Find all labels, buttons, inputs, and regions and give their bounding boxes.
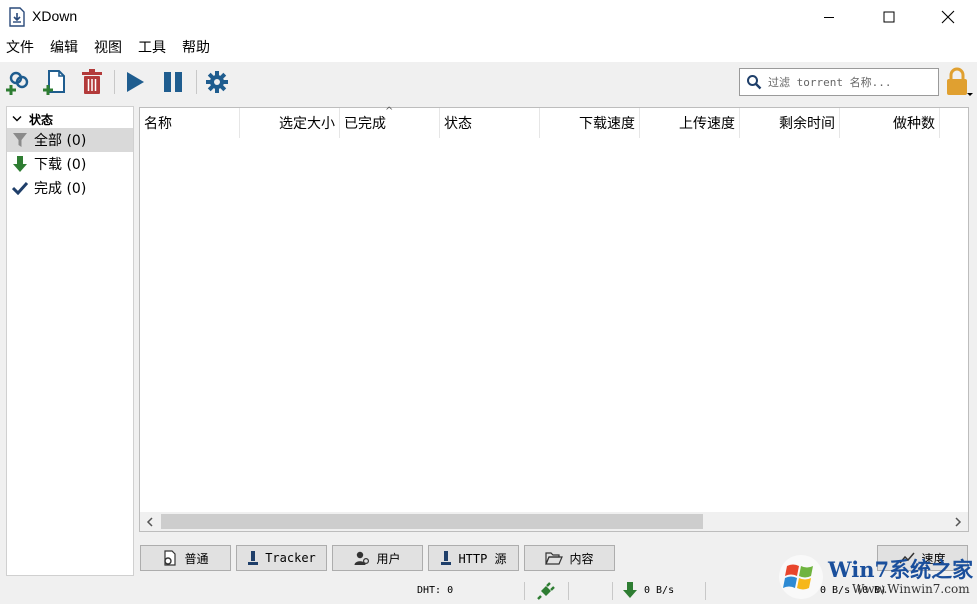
close-button[interactable] — [919, 0, 977, 34]
scrollbar-thumb[interactable] — [161, 514, 703, 529]
folder-open-icon — [545, 552, 564, 565]
tab-label: 普通 — [184, 551, 209, 566]
tab-label: 内容 — [569, 551, 594, 566]
add-link-button[interactable] — [3, 66, 35, 98]
sidebar-item-downloading[interactable]: 下载 (0) — [7, 152, 133, 176]
download-speed: 0 B/s — [644, 585, 675, 596]
search-input[interactable] — [768, 72, 933, 92]
lock-button[interactable] — [943, 66, 973, 100]
column-header-time-remaining[interactable]: 剩余时间 — [740, 108, 840, 138]
tab-tracker[interactable]: Tracker — [236, 545, 327, 571]
users-icon — [354, 551, 370, 565]
download-arrow-icon — [10, 155, 30, 173]
gear-icon — [206, 71, 228, 93]
minimize-button[interactable] — [800, 0, 858, 34]
trash-icon — [82, 69, 102, 94]
tab-label: 用户 — [376, 551, 401, 566]
chevron-left-icon — [146, 516, 153, 527]
column-header-download-speed[interactable]: 下载速度 — [540, 108, 640, 138]
menu-help[interactable]: 帮助 — [182, 34, 210, 62]
menu-view[interactable]: 视图 — [94, 34, 122, 62]
chevron-right-icon — [955, 516, 962, 527]
add-file-icon — [43, 70, 65, 95]
tab-content[interactable]: 内容 — [524, 545, 615, 571]
menu-bar: 文件 编辑 视图 工具 帮助 — [0, 34, 977, 62]
scroll-left-button[interactable] — [140, 512, 160, 531]
chevron-down-icon — [9, 115, 25, 123]
start-button[interactable] — [119, 66, 151, 98]
sidebar-item-all[interactable]: 全部 (0) — [7, 128, 133, 152]
menu-edit[interactable]: 编辑 — [50, 34, 78, 62]
watermark-brand: Win7系统之家 — [828, 557, 974, 582]
checkmark-icon — [10, 181, 30, 195]
download-speed-icon — [623, 582, 637, 603]
watermark: Win7系统之家 Www.Winwin7.com — [778, 552, 976, 602]
search-icon — [747, 75, 762, 90]
add-torrent-file-button[interactable] — [39, 66, 71, 98]
column-header-seeds[interactable]: 做种数 — [840, 108, 940, 138]
search-box[interactable] — [739, 68, 939, 96]
sidebar-header-label: 状态 — [29, 112, 54, 127]
column-header-selected-size[interactable]: 选定大小 — [240, 108, 340, 138]
table-header: 名称 选定大小 已完成 ^ 状态 下载速度 上传速度 剩余时间 做种数 — [140, 106, 968, 138]
watermark-url: Www.Winwin7.com — [852, 582, 970, 596]
http-source-icon — [441, 551, 452, 565]
download-arrow-icon — [623, 582, 637, 598]
column-header-name[interactable]: 名称 — [140, 108, 240, 138]
add-link-icon — [6, 71, 29, 95]
general-info-icon — [164, 550, 177, 566]
sidebar: 状态 全部 (0) 下载 (0) 完成 (0) — [6, 106, 134, 576]
menu-tools[interactable]: 工具 — [138, 34, 166, 62]
tab-http-sources[interactable]: HTTP 源 — [428, 545, 519, 571]
sidebar-item-label: 全部 (0) — [34, 133, 87, 149]
delete-button[interactable] — [76, 66, 108, 98]
tab-general[interactable]: 普通 — [140, 545, 231, 571]
transfer-list[interactable]: 名称 选定大小 已完成 ^ 状态 下载速度 上传速度 剩余时间 做种数 — [139, 106, 969, 532]
menu-file[interactable]: 文件 — [6, 34, 34, 62]
connection-status-icon[interactable] — [537, 582, 555, 604]
tab-peers[interactable]: 用户 — [332, 545, 423, 571]
windows-logo-icon — [779, 555, 823, 599]
window-title: XDown — [32, 8, 78, 24]
scroll-right-button[interactable] — [948, 512, 968, 531]
play-icon — [127, 72, 144, 92]
lock-icon — [947, 67, 973, 96]
sort-ascending-icon: ^ — [385, 106, 394, 117]
sidebar-item-label: 下载 (0) — [34, 157, 87, 173]
pause-button[interactable] — [157, 66, 189, 98]
sidebar-item-label: 完成 (0) — [34, 181, 87, 197]
app-logo-icon — [8, 7, 26, 27]
sidebar-item-completed[interactable]: 完成 (0) — [7, 176, 133, 200]
column-header-status[interactable]: 状态 — [440, 108, 540, 138]
column-header-upload-speed[interactable]: 上传速度 — [640, 108, 740, 138]
plug-icon — [537, 582, 555, 600]
title-bar: XDown — [0, 0, 977, 34]
filter-icon — [10, 132, 30, 148]
horizontal-scrollbar[interactable] — [140, 512, 968, 531]
sidebar-header[interactable]: 状态 — [7, 109, 133, 129]
maximize-button[interactable] — [860, 0, 918, 34]
tab-label: Tracker — [265, 551, 316, 565]
pause-icon — [164, 72, 182, 92]
tracker-icon — [248, 551, 259, 565]
dht-status: DHT: 0 — [417, 585, 454, 596]
settings-button[interactable] — [201, 66, 233, 98]
tab-label: HTTP 源 — [458, 551, 507, 566]
